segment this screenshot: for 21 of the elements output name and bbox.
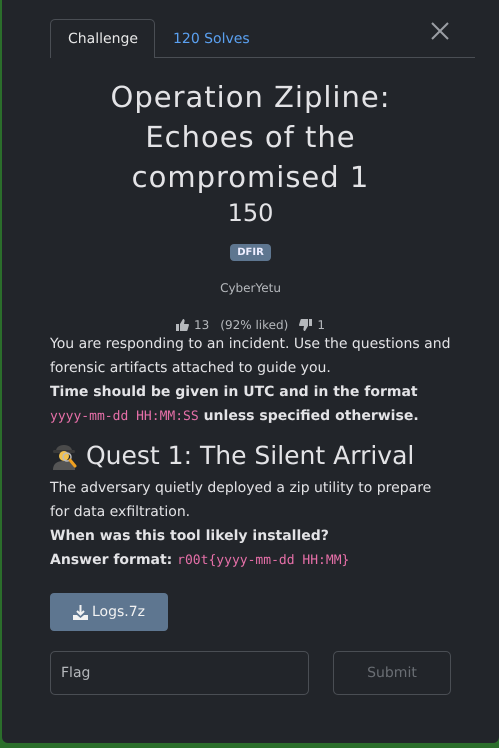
flag-input[interactable]: Flag <box>50 651 309 695</box>
quest-heading: Quest 1: The Silent Arrival <box>86 441 414 470</box>
challenge-title: Operation Zipline: Echoes of the compromised 1 <box>110 79 392 196</box>
tab[interactable]: Challenge <box>50 19 155 58</box>
description-text: You are responding to an incident. Use the questions and forensic artifacts attached to guide you. <box>50 335 451 378</box>
download-icon <box>72 604 88 620</box>
download-button[interactable]: Logs.7z <box>50 593 168 631</box>
close-icon[interactable] <box>431 22 449 40</box>
quest-text: The adversary quietly deployed a zip utility to prepare for data exfiltration. <box>50 479 432 522</box>
author-name: CyberYetu <box>219 281 282 295</box>
like-ratio: (92% liked) <box>220 318 288 332</box>
likes-count: 13 <box>194 318 210 332</box>
quest-text: When was this tool likely installed? <box>50 527 330 546</box>
quest-text: Answer format: r00t{yyyy-mm-dd HH:MM} <box>50 551 350 570</box>
points-value: 150 <box>226 199 274 227</box>
dislikes-count: 1 <box>317 318 325 332</box>
tab[interactable]: 120 Solves <box>155 19 267 58</box>
thumbs-down-icon[interactable] <box>299 319 312 331</box>
thumbs-up-icon[interactable] <box>176 319 190 331</box>
category-tag: DFIR <box>230 244 271 261</box>
description-text: Time should be given in UTC and in the format yyyy-mm-dd HH:MM:SS unless specified otherwise. <box>50 383 420 426</box>
